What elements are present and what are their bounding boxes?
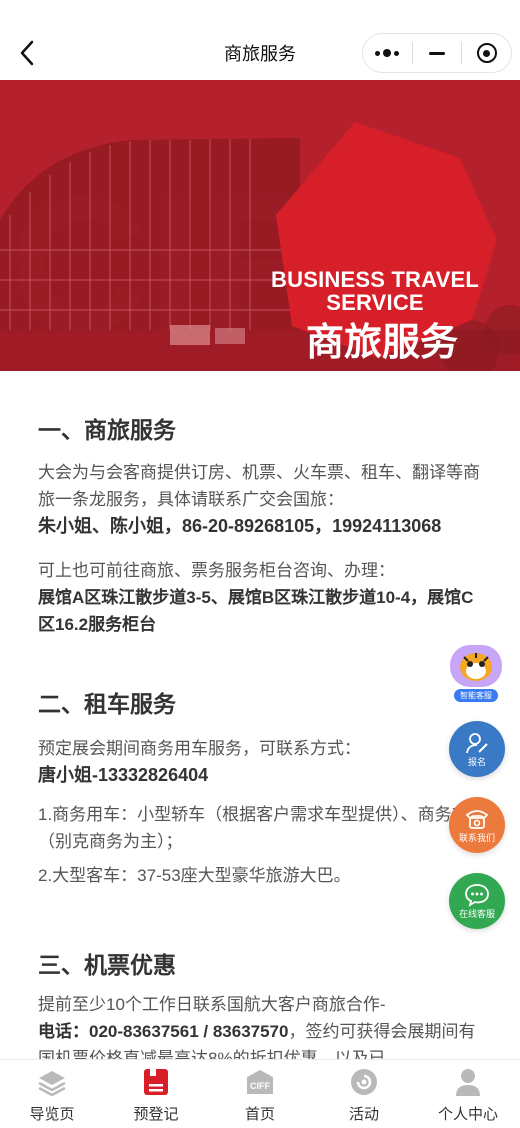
chat-bubble-icon	[465, 884, 489, 907]
banner-title-en-line2: SERVICE	[326, 290, 424, 315]
contact-us-label: 联系我们	[458, 833, 495, 843]
online-service-label: 在线客服	[458, 909, 495, 919]
minus-icon	[429, 51, 445, 55]
section1-p1-text: 大会为与会客商提供订房、机票、火车票、租车、翻译等商旅一条龙服务，具体请联系广交…	[38, 463, 480, 509]
ai-assistant-button[interactable]: 智能客服	[448, 645, 504, 703]
bottom-tabbar: 导览页 预登记 CIFF 首页 活动 个人中心	[0, 1059, 520, 1128]
more-button[interactable]	[363, 34, 412, 72]
ciff-home-icon: CIFF	[244, 1066, 276, 1098]
section1-p2-text: 可上也可前往商旅、票务服务柜台咨询、办理：	[38, 561, 395, 580]
section1-contact: 朱小姐、陈小姐，86-20-89268105，19924113068	[38, 516, 442, 536]
tab-guide-label: 导览页	[29, 1106, 75, 1123]
tab-register-label: 预登记	[133, 1106, 179, 1123]
section-title-flight: 三、机票优惠	[38, 952, 176, 978]
section2-item1: 1.商务用车：小型轿车（根据客户需求车型提供）、商务车（别克商务为主）；	[38, 805, 469, 851]
close-miniprogram-button[interactable]	[462, 34, 511, 72]
section3-p1-text: 提前至少10个工作日联系国航大客户商旅合作-	[38, 995, 386, 1014]
layers-icon	[36, 1066, 68, 1098]
signup-label: 报名	[467, 757, 486, 767]
minimize-button[interactable]	[413, 34, 462, 72]
section-title-car-rental: 二、租车服务	[38, 691, 176, 717]
section2-contact: 唐小姐-13332826404	[38, 765, 209, 785]
register-icon	[140, 1066, 172, 1098]
section-title-business: 一、商旅服务	[38, 417, 176, 443]
section1-counter-locations: 展馆A区珠江散步道3-5、展馆B区珠江散步道10-4，展馆C区16.2服务柜台	[38, 588, 474, 634]
banner-title-en: BUSINESS TRAVEL SERVICE	[270, 268, 480, 314]
edit-user-icon	[466, 733, 488, 754]
contact-us-button[interactable]: 联系我们	[449, 797, 505, 853]
more-dots-icon	[375, 49, 400, 57]
signup-button[interactable]: 报名	[449, 721, 505, 777]
tiger-mascot-icon	[450, 645, 502, 687]
section2-p1-text: 预定展会期间商务用车服务，可联系方式：	[38, 739, 361, 758]
svg-text:CIFF: CIFF	[250, 1081, 270, 1091]
tab-home[interactable]: CIFF 首页	[208, 1060, 312, 1128]
tab-profile-label: 个人中心	[437, 1106, 498, 1123]
phone-icon	[465, 810, 489, 829]
user-icon	[452, 1066, 484, 1098]
tab-profile[interactable]: 个人中心	[416, 1060, 520, 1128]
tab-guide[interactable]: 导览页	[0, 1060, 104, 1128]
miniprogram-capsule	[362, 33, 512, 73]
tab-activity-label: 活动	[348, 1106, 379, 1123]
section2-paragraph1: 预定展会期间商务用车服务，可联系方式： 唐小姐-13332826404	[38, 735, 488, 789]
tab-register[interactable]: 预登记	[104, 1060, 208, 1128]
hero-banner: CIFF BUS	[0, 80, 520, 371]
section1-paragraph2: 可上也可前往商旅、票务服务柜台咨询、办理： 展馆A区珠江散步道3-5、展馆B区珠…	[38, 557, 488, 638]
tab-activity[interactable]: 活动	[312, 1060, 416, 1128]
section3-paragraph1: 提前至少10个工作日联系国航大客户商旅合作- 电话：020-83637561 /…	[38, 991, 488, 1059]
target-icon	[476, 43, 497, 63]
section2-item2: 2.大型客车：37-53座大型豪华旅游大巴。	[38, 866, 351, 885]
tab-home-label: 首页	[244, 1106, 275, 1123]
ai-assistant-label: 智能客服	[454, 689, 498, 702]
banner-title-cn: 商旅服务	[305, 322, 458, 364]
online-service-button[interactable]: 在线客服	[449, 873, 505, 929]
section1-paragraph1: 大会为与会客商提供订房、机票、火车票、租车、翻译等商旅一条龙服务，具体请联系广交…	[38, 459, 488, 540]
activity-icon	[348, 1066, 380, 1098]
nav-header: 商旅服务	[0, 0, 520, 80]
article-content: 一、商旅服务 大会为与会客商提供订房、机票、火车票、租车、翻译等商旅一条龙服务，…	[0, 371, 520, 1059]
banner-title-en-line1: BUSINESS TRAVEL	[271, 267, 479, 292]
section3-phone: 电话：020-83637561 / 83637570	[38, 1022, 289, 1041]
